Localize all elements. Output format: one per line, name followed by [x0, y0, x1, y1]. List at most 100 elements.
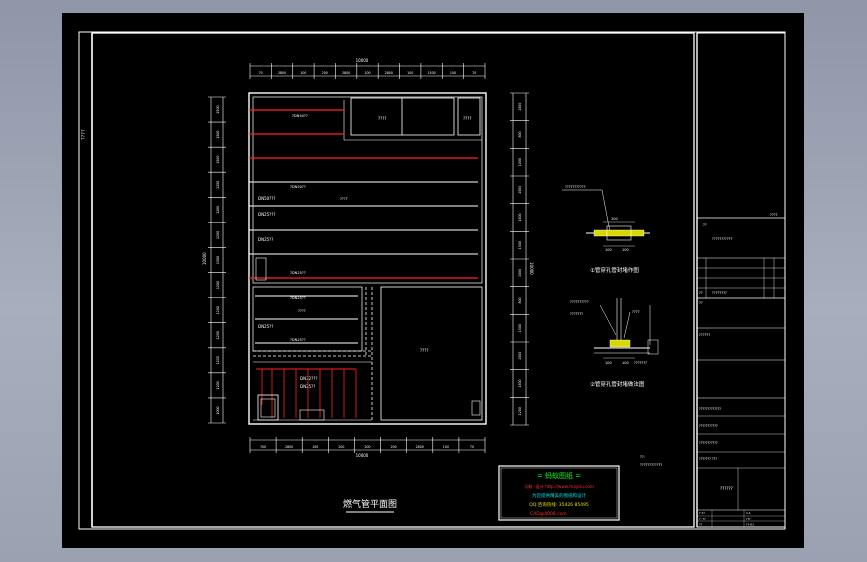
top-dim-11: 70: [472, 71, 476, 75]
left-dim-8: 1200: [216, 281, 220, 289]
detail-1-dim-1: 100: [611, 217, 618, 221]
notes-text: ????????????: [640, 463, 662, 467]
left-dim-10: 1200: [216, 331, 220, 339]
right-dim-total: 10000: [529, 262, 534, 275]
bottom-dim-9: 70: [470, 445, 474, 449]
small-label-4: ?DN25??: [290, 296, 306, 300]
room-label-2: ????: [463, 116, 472, 121]
top-dim-4: 200: [322, 71, 328, 75]
title-top-code: ????: [770, 213, 778, 217]
title-small-1: ?:??: [699, 511, 705, 515]
title-small-5: ??: [699, 523, 703, 527]
detail-1-dim-3: 100: [622, 248, 629, 252]
left-dim-4: 1200: [216, 181, 220, 189]
bottom-dim-4: 200: [338, 445, 344, 449]
bottom-dim-3: 100: [312, 445, 318, 449]
small-label-3: ?DN25??: [290, 271, 306, 275]
small-label-2: ?DN50??: [290, 185, 306, 189]
top-dim-10: 100: [450, 71, 456, 75]
title-row-8: ???????????: [699, 424, 718, 428]
pipe-label-3: DN25??: [258, 237, 273, 242]
left-dim-13: 1000: [216, 406, 220, 414]
notes-heading: ??:: [640, 455, 645, 459]
top-dim-8: 100: [407, 71, 413, 75]
drawing-name: ??????: [720, 486, 733, 491]
title-row-5: ??: [699, 301, 703, 305]
detail-2-label-1: ??????????: [570, 300, 589, 304]
room-label-4: ????: [298, 309, 306, 313]
title-small-6: ??-01: [746, 523, 754, 527]
title-row-2: ???????????: [712, 237, 733, 241]
left-dim-12: 1200: [216, 381, 220, 389]
detail-2-dim-2: 100: [622, 361, 629, 365]
right-dim-5: 1500: [518, 213, 522, 221]
bottom-dim-8: 100: [443, 445, 449, 449]
right-dim-1: 1500: [518, 103, 522, 111]
top-dim-3: 100: [300, 71, 306, 75]
title-small-3: ?: ??: [699, 517, 706, 521]
left-dim-2: 1500: [216, 131, 220, 139]
top-dim-5: 2800: [342, 71, 350, 75]
detail-2-dim-1: 100: [605, 361, 612, 365]
right-dim-7: 1500: [518, 269, 522, 277]
title-small-2: 1:1: [746, 511, 751, 515]
title-small-4: ???: [746, 517, 751, 521]
left-dim-total: 10000: [202, 252, 207, 265]
right-dim-6: 1500: [518, 241, 522, 249]
bottom-dim-5: 200: [364, 445, 370, 449]
left-dim-9: 1200: [216, 306, 220, 314]
room-label-1: ????: [378, 116, 387, 121]
left-dim-7: 1500: [216, 256, 220, 264]
top-dim-2: 2800: [278, 71, 286, 75]
top-dim-9: 1500: [428, 71, 436, 75]
title-row-6: ??????: [699, 333, 710, 337]
bottom-dim-segments: 700 2800 100 200 200 200 2800 100 70: [260, 445, 474, 449]
right-dim-10: 1500: [518, 352, 522, 360]
left-dim-1: 1500: [216, 105, 220, 113]
stamp-line-3: 为您提供精美的图纸和设计: [532, 492, 586, 499]
left-margin-code: ????: [81, 129, 87, 140]
right-dim-2: 800: [518, 131, 522, 137]
left-dim-11: 1200: [216, 356, 220, 364]
right-dim-12: 1200: [518, 407, 522, 415]
watermark-stamp: = 蚂蚁图纸 = 马蚁--设计 http://www.mayitu.com 为您…: [498, 465, 620, 521]
detail-2-label-2: ???????: [570, 312, 583, 316]
bottom-dim-7: 2800: [416, 445, 424, 449]
detail-2-title: ②管穿孔管封堵做法图: [590, 380, 645, 388]
right-dim-3: 1000: [518, 158, 522, 166]
top-dim-6: 100: [364, 71, 370, 75]
top-dim-total: 10000: [356, 58, 369, 63]
small-label-5: ?DN25??: [290, 338, 306, 342]
pipe-label-1: DN50???: [258, 196, 276, 201]
pipe-label-4: DN25??: [258, 324, 273, 329]
title-row-1: ??: [703, 223, 707, 227]
stamp-line-2: 马蚁--设计 http://www.mayitu.com: [524, 483, 594, 490]
detail-2-label-4: ???????: [634, 361, 647, 365]
left-dim-5: 1200: [216, 206, 220, 214]
pipe-label-2: DN25???: [258, 212, 276, 217]
top-dim-7: 2800: [385, 71, 393, 75]
title-row-7: ?????????????: [699, 407, 721, 411]
title-row-4: ????????: [712, 291, 727, 295]
cad-viewport[interactable]: ???? 10000 70 2800 100 200 2800 100 2800 100 150…: [0, 0, 867, 562]
detail-1-title: ①管穿孔管封堵作图: [590, 266, 639, 274]
bottom-dim-total: 10000: [356, 453, 369, 458]
title-row-10: ??????? ???: [699, 457, 717, 461]
stamp-line-5: CAD@4008.com: [530, 511, 567, 517]
right-dim-11: 1500: [518, 379, 522, 387]
title-row-9: ???????????: [699, 441, 718, 445]
right-dim-4: 1500: [518, 186, 522, 194]
stamp-line-4: QQ:咨询热线: 35426 85495: [529, 501, 589, 508]
bottom-dim-6: 200: [391, 445, 397, 449]
plan-title: 燃气管平面图: [343, 498, 397, 510]
bottom-dim-1: 700: [260, 445, 266, 449]
detail-1-dim-2: 100: [605, 248, 612, 252]
stamp-line-1: = 蚂蚁图纸 =: [537, 471, 581, 480]
room-label-5: ????: [420, 348, 429, 353]
detail-2-label-3: ????: [632, 310, 640, 314]
top-dim-1: 70: [259, 71, 263, 75]
pipe-label-5: DN32???: [300, 376, 318, 381]
left-dim-6: 1200: [216, 231, 220, 239]
right-dim-8: 800: [518, 297, 522, 303]
room-label-3: ????: [340, 197, 348, 201]
